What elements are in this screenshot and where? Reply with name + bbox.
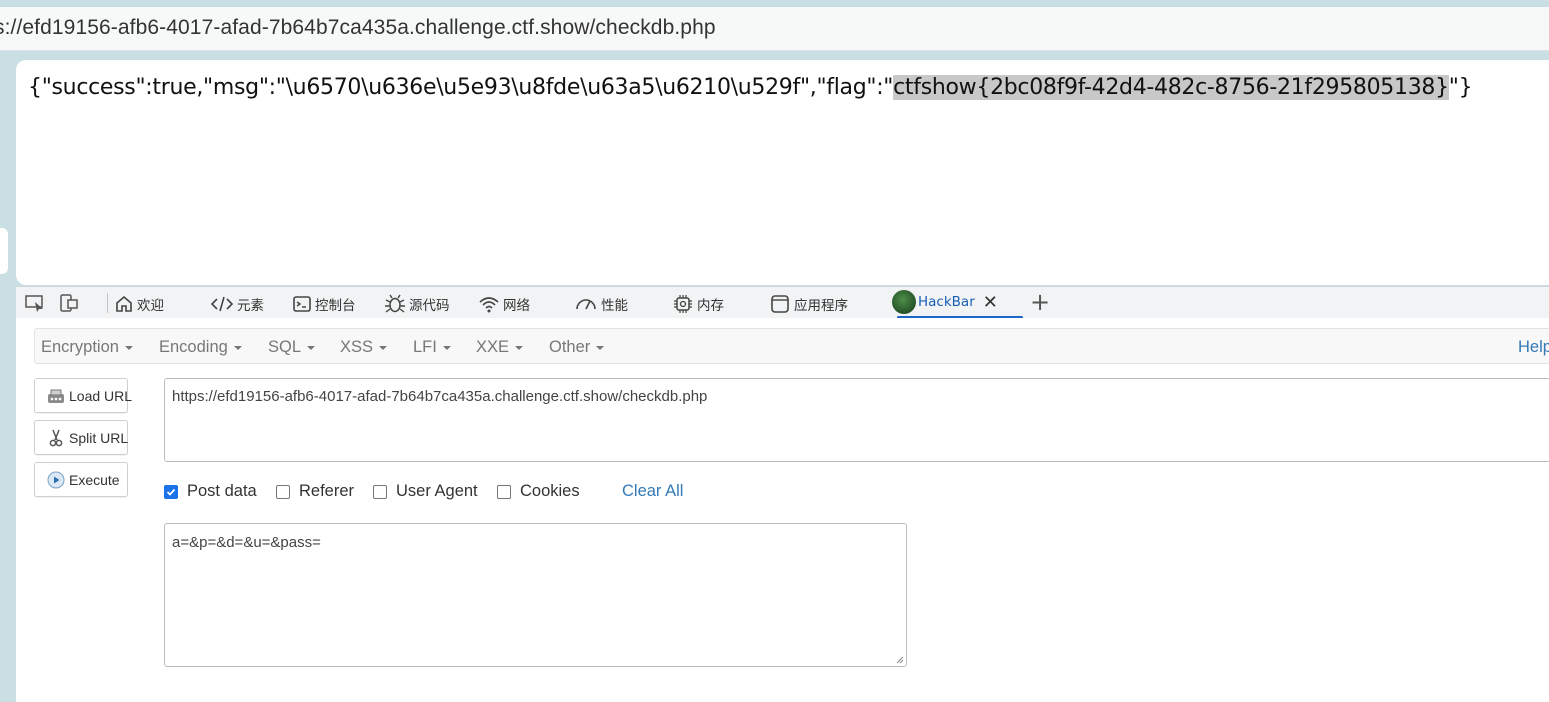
menu-lfi[interactable]: LFI xyxy=(413,338,451,357)
devtools-tab-strip: 欢迎 元素 控制台 源代码 网络 性能 内存 应用程序 HackBar ✕ + xyxy=(16,286,1549,319)
checkbox-checked-icon xyxy=(164,484,178,499)
post-data-input[interactable]: a=&p=&d=&u=&pass= xyxy=(164,523,907,667)
tab-label: 网络 xyxy=(503,298,530,314)
url-input-value: https://efd19156-afb6-4017-afad-7b64b7ca… xyxy=(172,388,708,405)
caret-down-icon xyxy=(442,345,451,350)
hackbar-logo-icon xyxy=(892,290,916,314)
flag-highlight: ctfshow{2bc08f9f-42d4-482c-8756-21f29580… xyxy=(893,75,1449,100)
checkbox-icon xyxy=(373,484,387,499)
address-bar[interactable]: s://efd19156-afb6-4017-afad-7b64b7ca435a… xyxy=(0,7,1549,51)
post-data-value: a=&p=&d=&u=&pass= xyxy=(172,534,321,551)
menu-label: XSS xyxy=(340,338,374,356)
hackbar-panel: Encryption Encoding SQL XSS LFI XXE Othe… xyxy=(16,318,1549,702)
option-label: User Agent xyxy=(396,482,478,500)
tab-memory[interactable]: 内存 xyxy=(672,293,724,315)
toolbar-divider xyxy=(107,293,108,313)
page-content: {"success":true,"msg":"\u6570\u636e\u5e9… xyxy=(16,60,1549,285)
sidebar-edge-tab[interactable] xyxy=(0,228,8,274)
tab-network[interactable]: 网络 xyxy=(478,293,530,315)
menu-label: Encryption xyxy=(41,338,119,356)
tab-label: 源代码 xyxy=(409,298,450,314)
bug-icon xyxy=(385,294,405,313)
split-url-button[interactable]: Split URL xyxy=(34,420,128,455)
user-agent-checkbox[interactable]: User Agent xyxy=(373,482,478,501)
menu-xss[interactable]: XSS xyxy=(340,338,388,357)
resize-grip-icon[interactable] xyxy=(894,654,904,664)
caret-down-icon xyxy=(596,345,605,350)
menu-label: SQL xyxy=(268,338,302,356)
execute-button[interactable]: Execute xyxy=(34,462,128,497)
checkbox-icon xyxy=(276,484,290,499)
caret-down-icon xyxy=(515,345,524,350)
option-label: Referer xyxy=(299,482,355,500)
url-input[interactable]: https://efd19156-afb6-4017-afad-7b64b7ca… xyxy=(164,378,1549,462)
help-link[interactable]: Help xyxy=(1518,338,1549,357)
checkbox-icon xyxy=(497,484,511,499)
tab-elements[interactable]: 元素 xyxy=(210,293,264,315)
gauge-icon xyxy=(576,299,596,310)
menu-label: LFI xyxy=(413,338,437,356)
tab-application[interactable]: 应用程序 xyxy=(769,293,848,315)
tab-label: 欢迎 xyxy=(137,298,164,314)
tab-label: 性能 xyxy=(601,298,628,314)
caret-down-icon xyxy=(233,345,242,350)
menu-xxe[interactable]: XXE xyxy=(476,338,524,357)
menu-label: XXE xyxy=(476,338,510,356)
tab-label: 元素 xyxy=(237,298,264,314)
caret-down-icon xyxy=(307,345,316,350)
option-label: Cookies xyxy=(520,482,580,500)
tab-performance[interactable]: 性能 xyxy=(574,293,628,315)
load-url-icon xyxy=(47,387,65,405)
device-toolbar-icon[interactable] xyxy=(58,293,78,313)
wifi-icon xyxy=(479,297,499,313)
caret-down-icon xyxy=(124,345,133,350)
referer-checkbox[interactable]: Referer xyxy=(276,482,354,501)
tab-sources[interactable]: 源代码 xyxy=(384,293,450,315)
cookies-checkbox[interactable]: Cookies xyxy=(497,482,580,501)
menu-label: Other xyxy=(549,338,591,356)
menu-encoding[interactable]: Encoding xyxy=(159,338,242,357)
address-url-text[interactable]: s://efd19156-afb6-4017-afad-7b64b7ca435a… xyxy=(0,16,716,40)
menu-encryption[interactable]: Encryption xyxy=(41,338,133,357)
tab-welcome[interactable]: 欢迎 xyxy=(114,293,164,315)
tab-label: HackBar xyxy=(918,294,975,310)
option-label: Post data xyxy=(187,482,257,500)
tab-label: 内存 xyxy=(697,298,724,314)
menu-sql[interactable]: SQL xyxy=(268,338,316,357)
clear-all-link[interactable]: Clear All xyxy=(622,482,683,501)
split-url-label: Split URL xyxy=(69,429,129,446)
json-response: {"success":true,"msg":"\u6570\u636e\u5e9… xyxy=(28,75,1473,100)
close-icon[interactable]: ✕ xyxy=(983,292,998,313)
tab-label: 应用程序 xyxy=(794,298,848,314)
console-icon xyxy=(293,296,311,312)
menu-label: Encoding xyxy=(159,338,228,356)
execute-label: Execute xyxy=(69,471,120,488)
tab-label: 控制台 xyxy=(315,298,356,314)
hackbar-menubar: Encryption Encoding SQL XSS LFI XXE Othe… xyxy=(34,328,1549,364)
add-tab-icon[interactable]: + xyxy=(1030,288,1050,316)
tab-hackbar[interactable]: HackBar ✕ xyxy=(892,290,998,314)
window-icon xyxy=(771,295,789,313)
json-prefix: {"success":true,"msg":"\u6570\u636e\u5e9… xyxy=(28,75,894,100)
chip-icon xyxy=(674,295,692,313)
load-url-button[interactable]: Load URL xyxy=(34,378,132,413)
json-suffix: "} xyxy=(1448,75,1473,100)
post-data-checkbox[interactable]: Post data xyxy=(164,482,257,501)
tab-console[interactable]: 控制台 xyxy=(292,293,356,315)
code-icon xyxy=(210,296,234,312)
inspect-icon[interactable] xyxy=(24,293,44,313)
home-icon xyxy=(116,295,132,312)
menu-other[interactable]: Other xyxy=(549,338,605,357)
load-url-label: Load URL xyxy=(69,387,133,404)
play-icon xyxy=(47,471,65,489)
scissors-icon xyxy=(47,429,65,447)
caret-down-icon xyxy=(379,345,388,350)
